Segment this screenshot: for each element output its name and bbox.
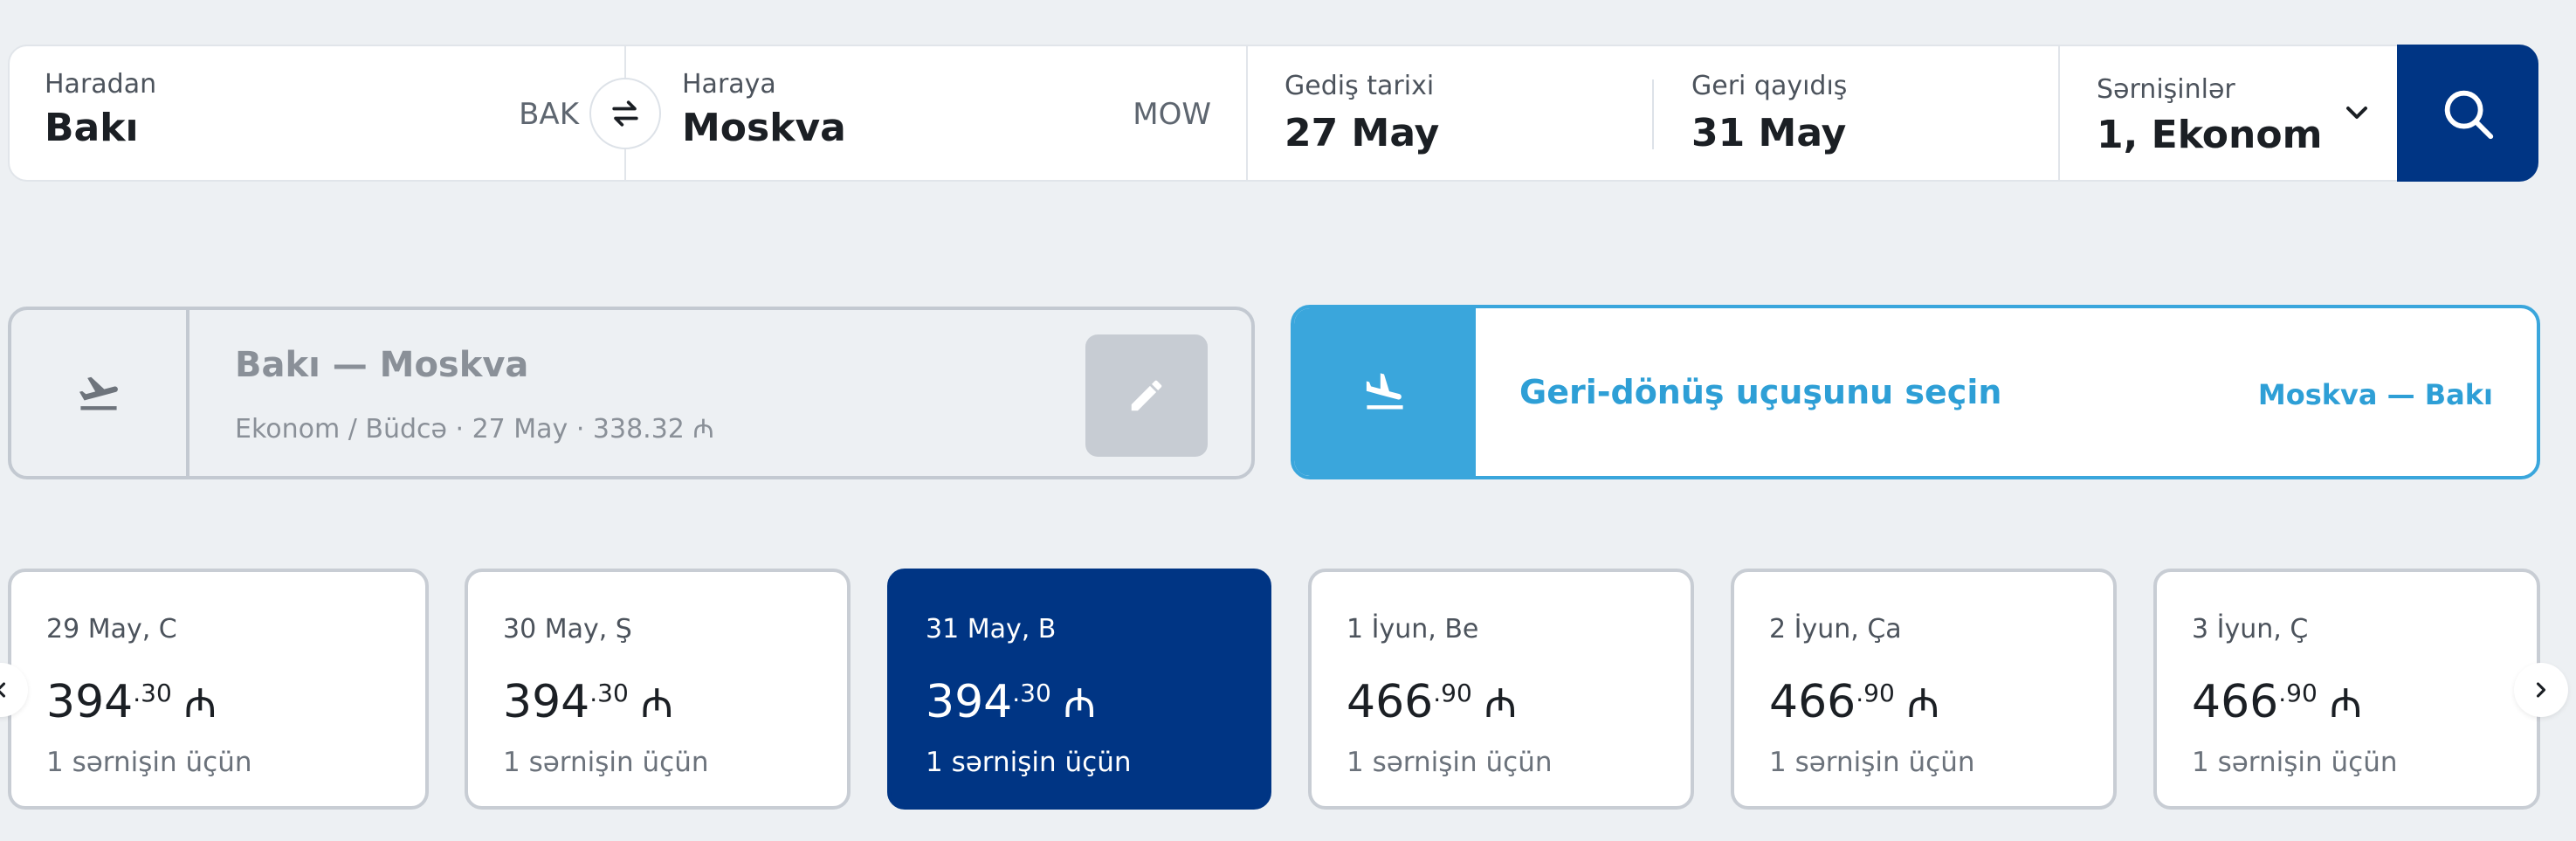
destination-field[interactable]: Haraya Moskva MOW xyxy=(624,45,1248,182)
dates-field: Gediş tarixi 27 May Geri qayıdış 31 May xyxy=(1246,45,2060,182)
date-option-label: 3 İyun, Ç xyxy=(2192,614,2309,645)
price-decimal: .90 xyxy=(1433,679,1472,707)
passengers-dropdown[interactable]: Sərnişinlər 1, Ekonom xyxy=(2058,45,2407,182)
date-option-31-may-selected[interactable]: 31 May, B 394.30 ₼ 1 sərnişin üçün xyxy=(887,569,1271,810)
date-option-label: 2 İyun, Ça xyxy=(1769,614,1902,645)
chevron-right-icon xyxy=(2536,682,2546,698)
departure-label: Gediş tarixi xyxy=(1285,71,1435,101)
price-integer: 466 xyxy=(2192,676,2279,728)
pencil-icon xyxy=(1131,380,1162,411)
price-integer: 394 xyxy=(926,676,1013,728)
swap-button[interactable] xyxy=(589,78,661,149)
search-icon xyxy=(2444,90,2494,139)
return-select-title: Geri-dönüş uçuşunu seçin xyxy=(1519,373,2002,411)
return-icon-cell xyxy=(1294,308,1476,476)
price-integer: 394 xyxy=(46,676,134,728)
price-integer: 466 xyxy=(1347,676,1434,728)
return-route: Moskva — Bakı xyxy=(2257,378,2493,411)
passengers-value: 1, Ekonom xyxy=(2097,113,2323,157)
swap-arrows-icon xyxy=(612,100,638,127)
outbound-icon-cell xyxy=(11,310,189,476)
date-option-30-may[interactable]: 30 May, Ş 394.30 ₼ 1 sərnişin üçün xyxy=(465,569,851,810)
price-integer: 394 xyxy=(503,676,590,728)
date-option-3-iyun[interactable]: 3 İyun, Ç 466.90 ₼ 1 sərnişin üçün xyxy=(2153,569,2540,810)
price-decimal: .30 xyxy=(133,679,172,707)
origin-field[interactable]: Haradan Bakı BAK xyxy=(8,45,626,182)
chevron-down-icon xyxy=(2346,107,2367,119)
return-date: 31 May xyxy=(1691,111,1847,155)
origin-code: BAK xyxy=(519,97,579,132)
currency-symbol: ₼ xyxy=(640,679,674,727)
price-decimal: .90 xyxy=(1856,679,1895,707)
search-button[interactable] xyxy=(2397,45,2538,182)
chevron-left-icon xyxy=(0,682,6,698)
price-decimal: .30 xyxy=(589,679,629,707)
currency-symbol: ₼ xyxy=(2329,679,2363,727)
date-option-price: 394.30 ₼ xyxy=(503,675,673,729)
currency-symbol: ₼ xyxy=(1063,679,1097,727)
departure-date: 27 May xyxy=(1285,111,1440,155)
date-option-1-iyun[interactable]: 1 İyun, Be 466.90 ₼ 1 sərnişin üçün xyxy=(1308,569,1694,810)
price-decimal: .30 xyxy=(1012,679,1051,707)
dates-divider xyxy=(1652,79,1654,149)
currency-symbol: ₼ xyxy=(183,679,217,727)
date-option-price: 394.30 ₼ xyxy=(46,675,217,729)
price-per-passenger: 1 sərnişin üçün xyxy=(1769,747,1975,778)
outbound-flight-card: Bakı — Moskva Ekonom / Büdcə · 27 May · … xyxy=(8,307,1255,479)
origin-label: Haradan xyxy=(45,69,157,100)
origin-city: Bakı xyxy=(45,106,139,150)
date-option-label: 29 May, C xyxy=(46,614,177,645)
date-option-29-may[interactable]: 29 May, C 394.30 ₼ 1 sərnişin üçün xyxy=(8,569,429,810)
edit-outbound-button[interactable] xyxy=(1085,334,1208,457)
price-per-passenger: 1 sərnişin üçün xyxy=(926,747,1132,778)
price-decimal: .90 xyxy=(2278,679,2318,707)
date-option-price: 394.30 ₼ xyxy=(926,675,1096,729)
date-option-2-iyun[interactable]: 2 İyun, Ça 466.90 ₼ 1 sərnişin üçün xyxy=(1731,569,2117,810)
date-option-price: 466.90 ₼ xyxy=(2192,675,2362,729)
price-per-passenger: 1 sərnişin üçün xyxy=(46,747,252,778)
plane-takeoff-icon xyxy=(79,376,118,410)
date-option-price: 466.90 ₼ xyxy=(1347,675,1517,729)
destination-label: Haraya xyxy=(682,69,776,100)
price-per-passenger: 1 sərnişin üçün xyxy=(1347,747,1553,778)
currency-symbol: ₼ xyxy=(1906,679,1940,727)
outbound-details: Ekonom / Büdcə · 27 May · 338.32 ₼ xyxy=(235,414,714,445)
date-option-label: 1 İyun, Be xyxy=(1347,614,1479,645)
flight-search-bar: Haradan Bakı BAK Haraya Moskva MOW Gediş… xyxy=(8,45,2538,182)
return-label: Geri qayıdış xyxy=(1691,71,1848,101)
price-integer: 466 xyxy=(1769,676,1856,728)
destination-city: Moskva xyxy=(682,106,846,150)
date-option-label: 30 May, Ş xyxy=(503,614,632,645)
price-per-passenger: 1 sərnişin üçün xyxy=(2192,747,2398,778)
passengers-label: Sərnişinlər xyxy=(2097,74,2235,105)
destination-code: MOW xyxy=(1133,97,1211,132)
outbound-route: Bakı — Moskva xyxy=(235,345,529,385)
return-flight-card[interactable]: Geri-dönüş uçuşunu seçin Moskva — Bakı xyxy=(1291,305,2540,479)
plane-landing-icon xyxy=(1366,373,1403,410)
currency-symbol: ₼ xyxy=(1484,679,1518,727)
price-per-passenger: 1 sərnişin üçün xyxy=(503,747,709,778)
date-option-price: 466.90 ₼ xyxy=(1769,675,1939,729)
date-option-label: 31 May, B xyxy=(926,614,1057,645)
carousel-next-button[interactable] xyxy=(2514,663,2568,717)
